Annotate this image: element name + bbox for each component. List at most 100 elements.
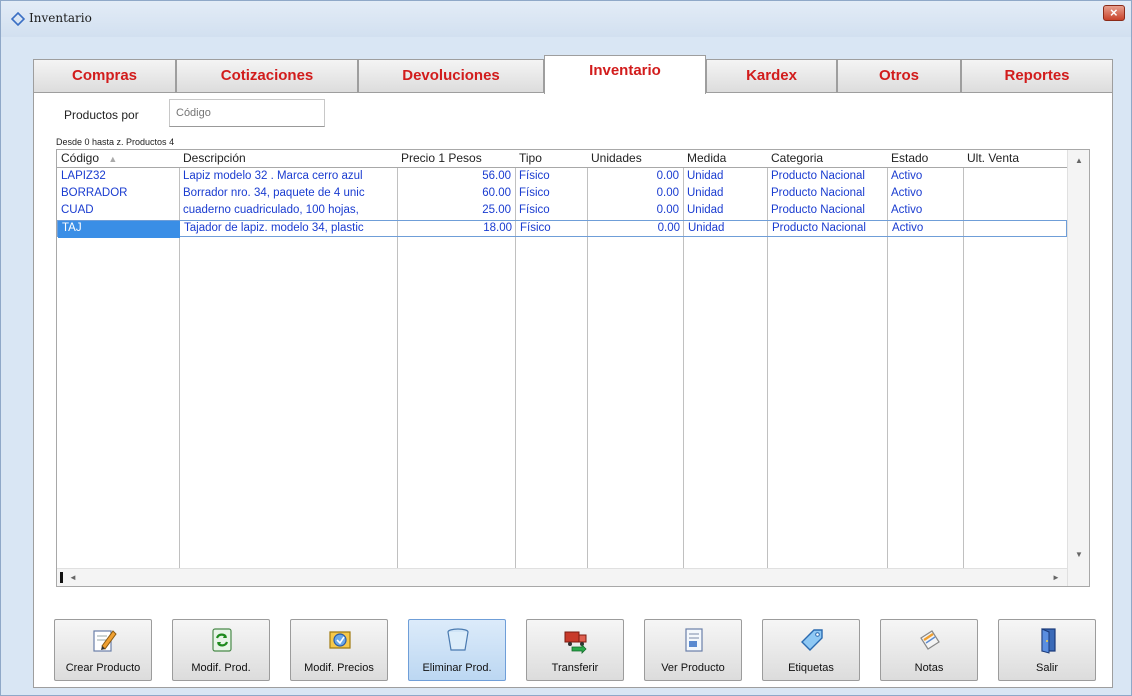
inventario-panel: Productos por Desde 0 hasta z. Productos… [33, 92, 1113, 688]
table-row[interactable]: CUAD cuaderno cuadriculado, 100 hojas, 2… [57, 203, 1067, 220]
tab-otros[interactable]: Otros [837, 59, 961, 93]
label-tag-icon [801, 629, 823, 651]
cell-precio: 56.00 [482, 170, 511, 182]
title-bar: Inventario × [1, 1, 1131, 37]
scroll-down-icon[interactable]: ▼ [1075, 550, 1083, 559]
price-tag-icon [329, 631, 351, 649]
notas-button[interactable]: Notas [880, 619, 978, 681]
search-input[interactable] [169, 99, 325, 127]
cell-categoria: Producto Nacional [772, 222, 866, 234]
salir-button[interactable]: Salir [998, 619, 1096, 681]
grid-header: Código ▲ Descripción Precio 1 Pesos Tipo… [57, 150, 1067, 168]
modif-prod-label: Modif. Prod. [191, 662, 251, 674]
cell-medida: Unidad [687, 187, 724, 199]
tab-devoluciones[interactable]: Devoluciones [358, 59, 544, 93]
cell-ult-venta [964, 221, 1068, 238]
cell-codigo: CUAD [61, 204, 94, 216]
tab-bar: Compras Cotizaciones Devoluciones Invent… [33, 55, 1113, 94]
main-content: Compras Cotizaciones Devoluciones Invent… [33, 55, 1113, 691]
modif-prod-button[interactable]: Modif. Prod. [172, 619, 270, 681]
tab-reportes[interactable]: Reportes [961, 59, 1113, 93]
cell-tipo: Físico [519, 204, 550, 216]
cell-unidades: 0.00 [656, 187, 679, 199]
text-cursor-marker [60, 572, 63, 583]
salir-label: Salir [1035, 662, 1058, 674]
column-header-codigo[interactable]: Código ▲ [57, 150, 179, 168]
cell-categoria: Producto Nacional [771, 187, 865, 199]
eliminar-prod-label: Eliminar Prod. [422, 662, 492, 674]
vertical-scrollbar[interactable]: ▲ ▼ [1067, 150, 1089, 586]
column-header-ult-venta[interactable]: Ult. Venta [963, 150, 1067, 168]
exit-door-icon [1041, 628, 1056, 654]
pencil-edit-icon [93, 630, 117, 652]
crear-producto-label: Crear Producto [65, 662, 141, 674]
cell-medida: Unidad [687, 170, 724, 182]
transferir-button[interactable]: Transferir [526, 619, 624, 681]
cell-tipo: Físico [519, 187, 550, 199]
cell-unidades: 0.00 [656, 170, 679, 182]
cell-tipo: Físico [520, 222, 551, 234]
cell-descripcion: Lapiz modelo 32 . Marca cerro azul [183, 170, 363, 182]
sort-ascending-icon: ▲ [108, 154, 118, 164]
cell-codigo: TAJ [58, 221, 180, 238]
trash-bin-icon [447, 628, 469, 651]
cell-estado: Activo [891, 170, 923, 182]
scroll-left-icon[interactable]: ◄ [69, 573, 77, 582]
cell-estado: Activo [891, 187, 923, 199]
crear-producto-button[interactable]: Crear Producto [54, 619, 152, 681]
cell-descripcion: Borrador nro. 34, paquete de 4 unic [183, 187, 365, 199]
action-toolbar: Crear Producto Modif. Prod. Modif. Preci… [54, 619, 1099, 683]
scroll-up-icon[interactable]: ▲ [1075, 156, 1083, 165]
cell-estado: Activo [892, 222, 924, 234]
transferir-label: Transferir [551, 662, 599, 674]
cell-descripcion: Tajador de lapiz. modelo 34, plastic [184, 222, 364, 234]
tab-compras[interactable]: Compras [33, 59, 176, 93]
truck-transfer-icon [564, 631, 587, 654]
eliminar-prod-button[interactable]: Eliminar Prod. [408, 619, 506, 681]
cell-categoria: Producto Nacional [771, 204, 865, 216]
table-row-selected[interactable]: TAJ Tajador de lapiz. modelo 34, plastic… [57, 220, 1068, 238]
cell-ult-venta [963, 186, 1067, 203]
close-button[interactable]: × [1103, 5, 1125, 21]
cell-ult-venta [963, 203, 1067, 220]
cell-categoria: Producto Nacional [771, 170, 865, 182]
modif-precios-button[interactable]: Modif. Precios [290, 619, 388, 681]
column-header-medida[interactable]: Medida [683, 150, 767, 168]
tab-cotizaciones[interactable]: Cotizaciones [176, 59, 358, 93]
view-document-icon [685, 628, 703, 652]
modif-precios-label: Modif. Precios [304, 662, 374, 674]
table-row[interactable]: BORRADOR Borrador nro. 34, paquete de 4 … [57, 186, 1067, 203]
column-header-categoria[interactable]: Categoria [767, 150, 887, 168]
products-grid[interactable]: Código ▲ Descripción Precio 1 Pesos Tipo… [56, 149, 1090, 587]
cell-medida: Unidad [687, 204, 724, 216]
range-count-text: Desde 0 hasta z. Productos 4 [56, 137, 175, 147]
tab-kardex[interactable]: Kardex [706, 59, 837, 93]
column-header-tipo[interactable]: Tipo [515, 150, 587, 168]
scroll-right-icon[interactable]: ► [1052, 573, 1060, 582]
cell-codigo: BORRADOR [61, 187, 128, 199]
close-icon: × [1110, 5, 1118, 20]
cell-precio: 18.00 [483, 222, 512, 234]
cell-unidades: 0.00 [657, 222, 680, 234]
notas-label: Notas [914, 662, 944, 674]
table-row[interactable]: LAPIZ32 Lapiz modelo 32 . Marca cerro az… [57, 169, 1067, 186]
ver-producto-label: Ver Producto [661, 662, 725, 674]
column-header-unidades[interactable]: Unidades [587, 150, 683, 168]
column-header-precio[interactable]: Precio 1 Pesos [397, 150, 515, 168]
search-label: Productos por [64, 108, 139, 122]
tab-inventario[interactable]: Inventario [544, 55, 706, 94]
ver-producto-button[interactable]: Ver Producto [644, 619, 742, 681]
cell-estado: Activo [891, 204, 923, 216]
cell-unidades: 0.00 [656, 204, 679, 216]
app-diamond-icon [11, 12, 25, 26]
notes-icon [920, 630, 940, 650]
column-header-estado[interactable]: Estado [887, 150, 963, 168]
cell-tipo: Físico [519, 170, 550, 182]
cell-medida: Unidad [688, 222, 725, 234]
window-title: Inventario [29, 11, 92, 25]
horizontal-scrollbar[interactable]: ◄ ► [57, 568, 1067, 586]
cell-descripcion: cuaderno cuadriculado, 100 hojas, [183, 204, 359, 216]
etiquetas-button[interactable]: Etiquetas [762, 619, 860, 681]
cell-precio: 60.00 [482, 187, 511, 199]
column-header-descripcion[interactable]: Descripción [179, 150, 397, 168]
